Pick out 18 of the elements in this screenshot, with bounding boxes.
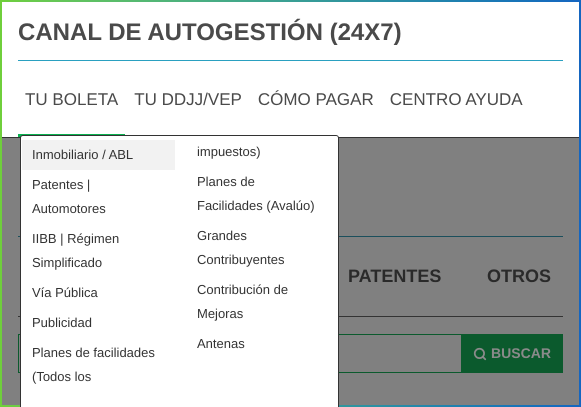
nav-tab[interactable]: CÓMO PAGAR — [250, 85, 381, 137]
nav-tab[interactable]: CENTRO AYUDA — [382, 85, 530, 137]
menu-item[interactable]: Planes de facilidades (Todos los — [22, 338, 175, 392]
menu-item[interactable]: Contribución de Mejoras — [197, 275, 315, 329]
menu-item[interactable]: Grandes Contribuyentes — [197, 221, 315, 275]
search-icon — [473, 346, 488, 360]
menu-item[interactable]: IIBB | Régimen Simplificado — [22, 224, 175, 278]
category-tab[interactable]: PATENTES — [348, 263, 442, 290]
nav-tab[interactable]: TU DDJJ/VEP — [127, 85, 249, 137]
menu-item[interactable]: Patentes | Automotores — [22, 170, 175, 224]
menu-item[interactable]: Vía Pública — [22, 278, 175, 308]
menu-item[interactable]: Antenas — [197, 329, 315, 359]
menu-item[interactable]: Publicidad — [22, 308, 175, 338]
menu-item[interactable]: Inmobiliario / ABL — [22, 140, 175, 170]
menu-item[interactable]: impuestos) — [197, 137, 315, 167]
menu-item[interactable]: Planes de Facilidades (Avalúo) — [197, 167, 315, 221]
page-title: CANAL DE AUTOGESTIÓN (24X7) — [18, 18, 563, 61]
category-tab[interactable]: OTROS — [486, 263, 551, 290]
